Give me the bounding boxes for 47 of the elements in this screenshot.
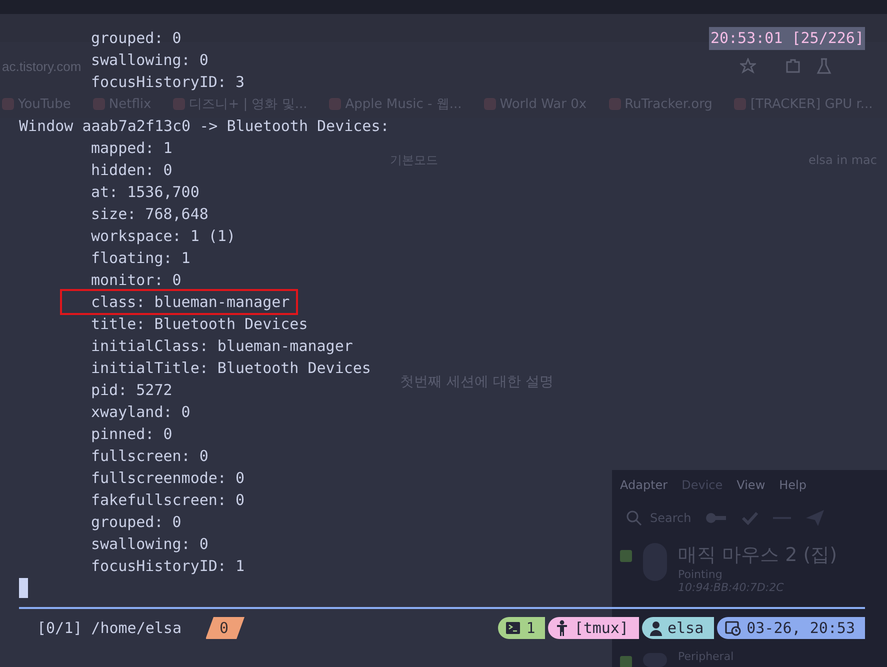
- property-line: workspace: 1 (1): [91, 226, 236, 247]
- status-segment-text: [tmux]: [574, 619, 628, 637]
- property-line: monitor: 0: [91, 270, 182, 291]
- key-icon: [705, 512, 728, 524]
- property-line: fullscreen: 0: [91, 446, 208, 467]
- paper-plane-icon: [805, 509, 826, 527]
- checkbox[interactable]: [620, 656, 632, 667]
- user-icon: [650, 620, 662, 636]
- terminal-icon: [506, 622, 520, 634]
- property-line: grouped: 0: [91, 512, 182, 533]
- window-index-tab[interactable]: 0: [206, 617, 245, 639]
- flask-icon: [816, 57, 832, 75]
- clock-indicator: 20:53:01 [25/226]: [709, 27, 865, 50]
- calendar-clock-icon: [724, 620, 741, 636]
- property-line: at: 1536,700: [91, 182, 200, 203]
- search-icon: [626, 510, 642, 526]
- status-segment-text: 03-26, 20:53: [746, 619, 855, 637]
- property-line: floating: 1: [91, 248, 190, 269]
- property-line: swallowing: 0: [91, 534, 208, 555]
- property-line: title: Bluetooth Devices: [91, 314, 308, 335]
- property-line: initialTitle: Bluetooth Devices: [91, 358, 371, 379]
- property-line: xwayland: 0: [91, 402, 190, 423]
- session-path: [0/1] /home/elsa: [37, 619, 182, 637]
- star-icon: [740, 58, 756, 74]
- text-cursor: [19, 578, 28, 598]
- status-segment-text: elsa: [668, 619, 704, 637]
- menu-item[interactable]: View: [736, 478, 766, 492]
- property-line: pid: 5272: [91, 380, 172, 401]
- property-line: size: 768,648: [91, 204, 208, 225]
- property-line: focusHistoryID: 1: [91, 556, 245, 577]
- menu-item[interactable]: Help: [779, 478, 806, 492]
- highlighted-property-line: class: blueman-manager: [62, 291, 296, 313]
- status-segment-text: 1: [526, 619, 536, 637]
- property-line: swallowing: 0: [91, 50, 208, 71]
- window-header-line: Window aaab7a2f13c0 -> Bluetooth Devices:: [19, 116, 390, 137]
- menu-item[interactable]: Adapter: [620, 478, 668, 492]
- property-line: pinned: 0: [91, 424, 172, 445]
- checkbox[interactable]: [620, 550, 632, 562]
- checkmark-icon: [741, 511, 760, 525]
- property-line: mapped: 1: [91, 138, 172, 159]
- property-line: fullscreenmode: 0: [91, 468, 245, 489]
- person-icon: [556, 620, 568, 636]
- property-line: grouped: 0: [91, 28, 182, 49]
- property-line: hidden: 0: [91, 160, 172, 181]
- property-line: fakefullscreen: 0: [91, 490, 245, 511]
- property-line: focusHistoryID: 3: [91, 72, 245, 93]
- property-line: initialClass: blueman-manager: [91, 336, 353, 357]
